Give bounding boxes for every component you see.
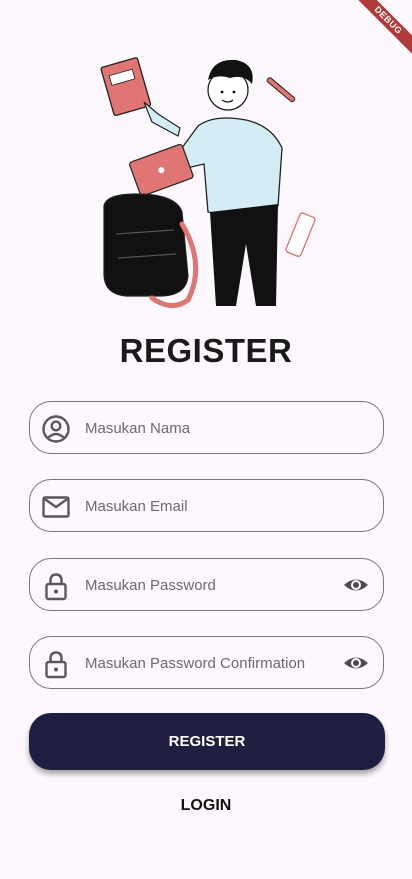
account-circle-icon <box>42 415 70 443</box>
email-field[interactable]: Masukan Email <box>29 479 384 532</box>
debug-banner: DEBUG <box>342 0 412 70</box>
register-illustration <box>100 57 316 308</box>
login-button[interactable]: LOGIN <box>150 790 262 822</box>
password-field[interactable]: Masukan Password <box>29 558 384 611</box>
name-field[interactable]: Masukan Nama <box>29 401 384 454</box>
mail-icon <box>42 496 70 518</box>
eye-icon[interactable] <box>343 573 369 597</box>
debug-banner-label: DEBUG <box>350 0 412 58</box>
lock-icon <box>45 651 67 679</box>
eye-icon[interactable] <box>343 651 369 675</box>
page-title: REGISTER <box>119 332 293 369</box>
register-button[interactable]: REGISTER <box>29 713 385 770</box>
lock-icon <box>45 573 67 601</box>
password-confirmation-placeholder: Masukan Password Confirmation <box>85 655 306 672</box>
name-placeholder: Masukan Nama <box>85 420 191 437</box>
password-placeholder: Masukan Password <box>85 577 216 594</box>
email-placeholder: Masukan Email <box>85 498 188 515</box>
password-confirmation-field[interactable]: Masukan Password Confirmation <box>29 636 384 689</box>
